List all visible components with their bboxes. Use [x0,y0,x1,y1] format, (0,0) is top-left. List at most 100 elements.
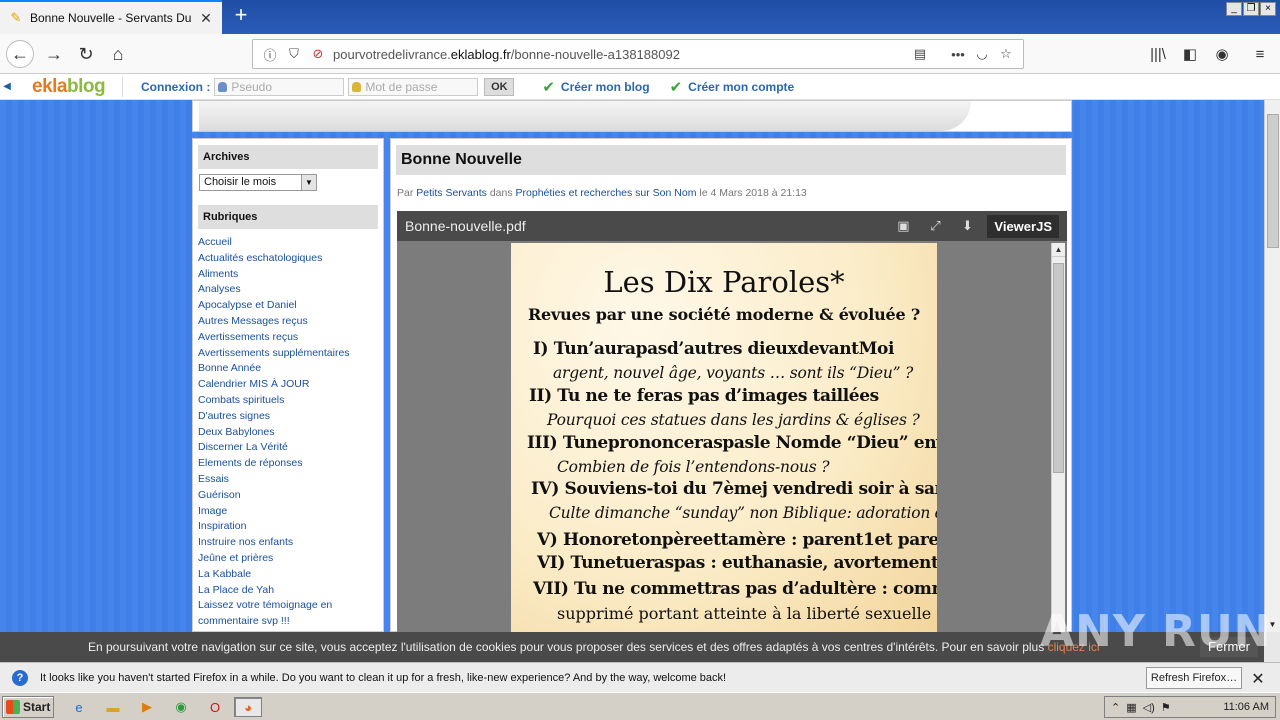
rubrique-link[interactable]: D'autres signes [198,409,378,425]
folder-icon[interactable]: ▬ [102,697,124,717]
windows-logo-icon [6,700,20,714]
page-actions-icon[interactable]: ••• [949,47,967,62]
notification-bar: ? It looks like you haven't started Fire… [0,662,1280,692]
rubrique-link[interactable]: Analyses [198,282,378,298]
eklablog-logo[interactable]: eklablog [32,76,114,98]
new-tab-button[interactable]: + [230,4,252,28]
category-link[interactable]: Prophéties et recherches sur Son Nom [516,187,697,199]
rubrique-link[interactable]: commentaire svp !!! [198,614,378,630]
viewer-scrollbar[interactable]: ▲ [1051,243,1065,632]
collapse-arrow-icon[interactable]: ◀ [0,81,14,92]
pocket-icon[interactable]: ◡ [973,46,991,62]
start-button[interactable]: Start [2,696,54,718]
scroll-up-icon[interactable]: ▲ [1052,243,1065,257]
network-icon[interactable]: ▦ [1126,701,1136,714]
info-icon[interactable]: ⓘ [261,45,279,64]
rubrique-link[interactable]: Essais [198,472,378,488]
rubrique-link[interactable]: Combats spirituels [198,393,378,409]
rubrique-link[interactable]: Actualités eschatologiques [198,251,378,267]
tab-strip: ✎ Bonne Nouvelle - Servants Du Trés ✕ + … [0,0,1280,34]
rubrique-link[interactable]: Calendrier MIS À JOUR [198,377,378,393]
rubrique-link[interactable]: Laissez votre témoignage en [198,598,378,614]
chrome-icon[interactable]: ◉ [170,697,192,717]
forward-button[interactable]: → [40,40,68,68]
tray-expand-icon[interactable]: ⌃ [1111,701,1120,714]
close-icon[interactable]: ✕ [1250,669,1266,689]
presentation-icon[interactable]: ▣ [887,218,919,234]
viewer-toolbar: Bonne-nouvelle.pdf ▣ ⤢ ⬇ ViewerJS [397,211,1067,241]
rubrique-link[interactable]: Inspiration [198,519,378,535]
post-title: Bonne Nouvelle [396,145,1066,175]
rubrique-link[interactable]: La Place de Yah [198,583,378,599]
library-icon[interactable]: |||\ [1146,43,1170,65]
rubrique-link[interactable]: Accueil [198,235,378,251]
author-link[interactable]: Petits Servants [416,187,487,199]
refresh-firefox-button[interactable]: Refresh Firefox… [1146,667,1242,689]
rubrique-link[interactable]: Instruire nos enfants [198,535,378,551]
url-text[interactable]: pourvotredelivrance.eklablog.fr/bonne-no… [333,47,905,62]
rubrique-link[interactable]: La Kabbale [198,567,378,583]
back-button[interactable]: ← [6,40,34,68]
sidebar-icon[interactable]: ◧ [1178,43,1202,65]
page-scroll-thumb[interactable] [1267,114,1279,248]
chevron-down-icon[interactable]: ▼ [301,175,316,190]
clock[interactable]: 11:06 AM [1223,701,1269,713]
archives-select[interactable]: Choisir le mois ▼ [199,174,317,191]
rubrique-link[interactable]: Bonne Année [198,361,378,377]
watermark-logo: ANY RUN [1040,606,1272,657]
viewer-scroll-thumb[interactable] [1053,263,1064,473]
media-player-icon[interactable]: ▶ [136,697,158,717]
rubrique-link[interactable]: Autres Messages reçus [198,314,378,330]
rubrique-link[interactable]: Guérison [198,488,378,504]
arrow-right-icon: → [45,43,63,64]
reload-button[interactable]: ↻ [72,40,100,68]
create-blog-link[interactable]: ✔ Créer mon blog [542,78,649,96]
download-icon[interactable]: ⬇ [951,218,983,234]
opera-icon[interactable]: O [204,697,226,717]
rubrique-link[interactable]: Aliments [198,267,378,283]
rubrique-link[interactable]: Elements de réponses [198,456,378,472]
cookie-text: En poursuivant votre navigation sur ce s… [88,640,1100,654]
password-input[interactable]: Mot de passe [348,77,479,96]
login-ok-button[interactable]: OK [484,77,515,96]
rubrique-link[interactable]: Discerner La Vérité [198,440,378,456]
tab-title: Bonne Nouvelle - Servants Du Trés [30,11,192,25]
url-bar[interactable]: ⓘ ⛉ ⊘ pourvotredelivrance.eklablog.fr/bo… [252,39,1024,69]
viewerjs-brand[interactable]: ViewerJS [987,214,1059,238]
pdf-text-line: I) Tun’aurapasd’autres dieuxdevantMoi [533,339,895,359]
bookmark-star-icon[interactable]: ☆ [997,46,1015,62]
system-tray: ⌃ ▦ ◁) ⚑ 11:06 AM [1104,696,1276,718]
minimize-button[interactable]: _ [1226,2,1242,16]
home-button[interactable]: ⌂ [104,40,132,68]
insecure-lock-icon[interactable]: ⊘ [309,46,327,62]
account-icon[interactable]: ◉ [1210,43,1234,65]
create-account-link[interactable]: ✔ Créer mon compte [670,78,795,96]
viewer-file-name: Bonne-nouvelle.pdf [405,218,526,234]
rubrique-link[interactable]: Avertissements reçus [198,330,378,346]
shield-icon[interactable]: ⛉ [285,46,303,62]
pseudo-input[interactable]: Pseudo [214,77,345,96]
flag-icon[interactable]: ⚑ [1161,701,1171,714]
sidebar: Archives Choisir le mois ▼ Rubriques Acc… [192,138,384,632]
ie-icon[interactable]: e [68,697,90,717]
maximize-button[interactable]: ❐ [1243,2,1259,16]
close-icon[interactable]: ✕ [198,10,214,27]
rubrique-link[interactable]: Image [198,504,378,520]
reader-view-icon[interactable]: ▤ [911,46,929,62]
pdf-text-line: V) Honoretonpèreettamère : parent1et par… [537,530,937,550]
rubrique-link[interactable]: Deux Babylones [198,425,378,441]
firefox-taskbar-icon[interactable]: ◕ [234,697,262,717]
menu-icon[interactable]: ≡ [1248,43,1272,65]
pdf-text-line: VII) Tu ne commettras pas d’adultère : c… [533,579,937,599]
window-close-button[interactable]: × [1260,2,1276,16]
pdf-page: Les Dix Paroles* Revues par une société … [511,243,937,632]
volume-icon[interactable]: ◁) [1143,701,1155,714]
page-scrollbar[interactable]: ▼ [1264,100,1280,632]
rubrique-link[interactable]: Apocalypse et Daniel [198,298,378,314]
info-icon: ? [12,669,28,686]
pdf-subtitle: Revues par une société moderne & évoluée… [527,305,921,324]
tab-active[interactable]: ✎ Bonne Nouvelle - Servants Du Trés ✕ [0,0,222,34]
rubrique-link[interactable]: Jeûne et prières [198,551,378,567]
fullscreen-icon[interactable]: ⤢ [919,218,951,234]
rubrique-link[interactable]: Avertissements supplémentaires [198,346,378,362]
